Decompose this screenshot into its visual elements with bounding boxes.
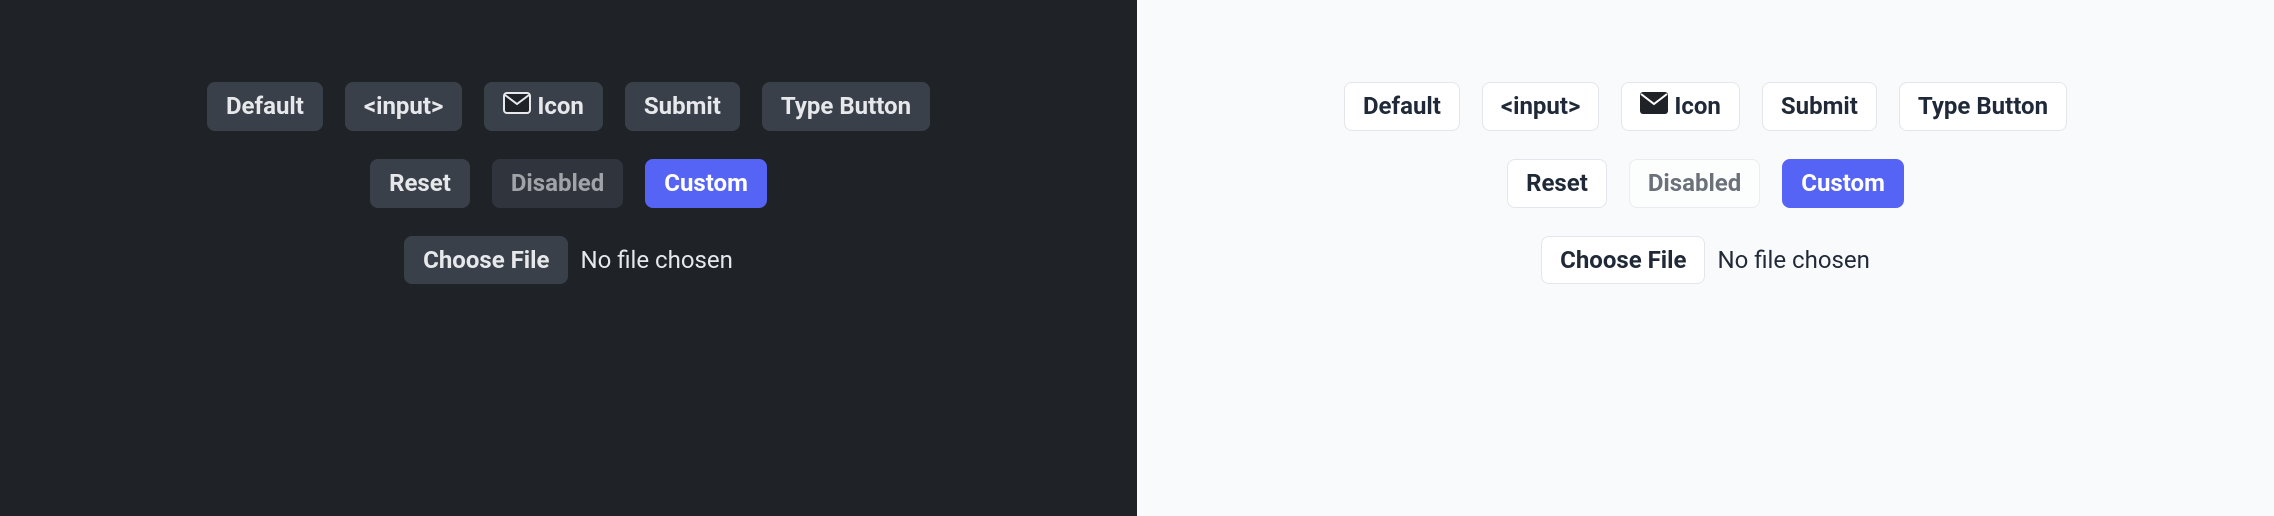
reset-button[interactable]: Reset (1507, 159, 1607, 208)
submit-button[interactable]: Submit (1762, 82, 1877, 131)
default-button[interactable]: Default (207, 82, 323, 131)
custom-button[interactable]: Custom (645, 159, 767, 208)
mail-icon (503, 92, 531, 121)
icon-button-label: Icon (1674, 92, 1721, 121)
choose-file-button[interactable]: Choose File (1541, 236, 1705, 285)
file-status-label: No file chosen (1717, 246, 1869, 274)
icon-button[interactable]: Icon (1621, 82, 1740, 131)
icon-button[interactable]: Icon (484, 82, 603, 131)
mail-icon (1640, 92, 1668, 121)
light-theme-panel: Default <input> Icon Submit Type Button … (1137, 0, 2274, 516)
choose-file-button[interactable]: Choose File (404, 236, 568, 285)
disabled-button: Disabled (1629, 159, 1760, 208)
button-row-1: Default <input> Icon Submit Type Button (1344, 82, 2067, 131)
input-button[interactable]: <input> (1482, 82, 1600, 131)
type-button[interactable]: Type Button (762, 82, 930, 131)
disabled-button: Disabled (492, 159, 623, 208)
file-status-label: No file chosen (580, 246, 732, 274)
file-input-row: Choose File No file chosen (1541, 236, 1870, 285)
dark-theme-panel: Default <input> Icon Submit Type Button … (0, 0, 1137, 516)
submit-button[interactable]: Submit (625, 82, 740, 131)
reset-button[interactable]: Reset (370, 159, 470, 208)
button-row-1: Default <input> Icon Submit Type Button (207, 82, 930, 131)
type-button[interactable]: Type Button (1899, 82, 2067, 131)
button-row-2: Reset Disabled Custom (370, 159, 767, 208)
button-row-2: Reset Disabled Custom (1507, 159, 1904, 208)
custom-button[interactable]: Custom (1782, 159, 1904, 208)
default-button[interactable]: Default (1344, 82, 1460, 131)
icon-button-label: Icon (537, 92, 584, 121)
input-button[interactable]: <input> (345, 82, 463, 131)
file-input-row: Choose File No file chosen (404, 236, 733, 285)
